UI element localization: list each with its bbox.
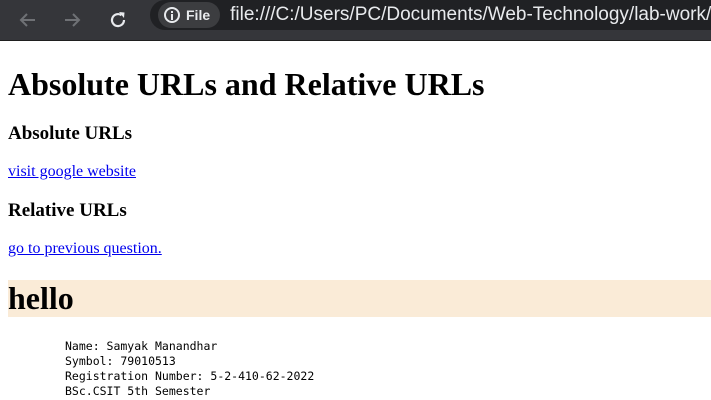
reload-button[interactable] [102, 4, 134, 36]
hello-banner: hello [8, 280, 711, 317]
info-line-registration: Registration Number: 5-2-410-62-2022 [65, 369, 315, 383]
reload-icon [110, 12, 126, 28]
site-chip-label: File [186, 7, 211, 23]
absolute-urls-heading: Absolute URLs [8, 123, 133, 144]
relative-urls-heading: Relative URLs [8, 200, 127, 221]
previous-question-link[interactable]: go to previous question. [8, 240, 162, 258]
google-website-link[interactable]: visit google website [8, 163, 136, 181]
url-text[interactable]: file:///C:/Users/PC/Documents/Web-Techno… [230, 4, 711, 26]
page-title: Absolute URLs and Relative URLs [8, 66, 485, 102]
info-line-semester: BSc.CSIT 5th Semester [65, 384, 211, 398]
back-button[interactable] [12, 4, 44, 36]
arrow-right-icon [65, 13, 81, 27]
info-line-name: Name: Samyak Manandhar [65, 339, 218, 353]
browser-toolbar: File file:///C:/Users/PC/Documents/Web-T… [0, 0, 711, 41]
address-bar[interactable]: File file:///C:/Users/PC/Documents/Web-T… [150, 0, 711, 30]
site-info-chip[interactable]: File [158, 2, 221, 28]
student-info: Name: Samyak Manandhar Symbol: 79010513 … [65, 339, 314, 399]
info-icon [164, 7, 180, 23]
hello-heading: hello [8, 280, 74, 316]
arrow-left-icon [19, 13, 35, 27]
forward-button[interactable] [56, 4, 88, 36]
info-line-symbol: Symbol: 79010513 [65, 354, 176, 368]
